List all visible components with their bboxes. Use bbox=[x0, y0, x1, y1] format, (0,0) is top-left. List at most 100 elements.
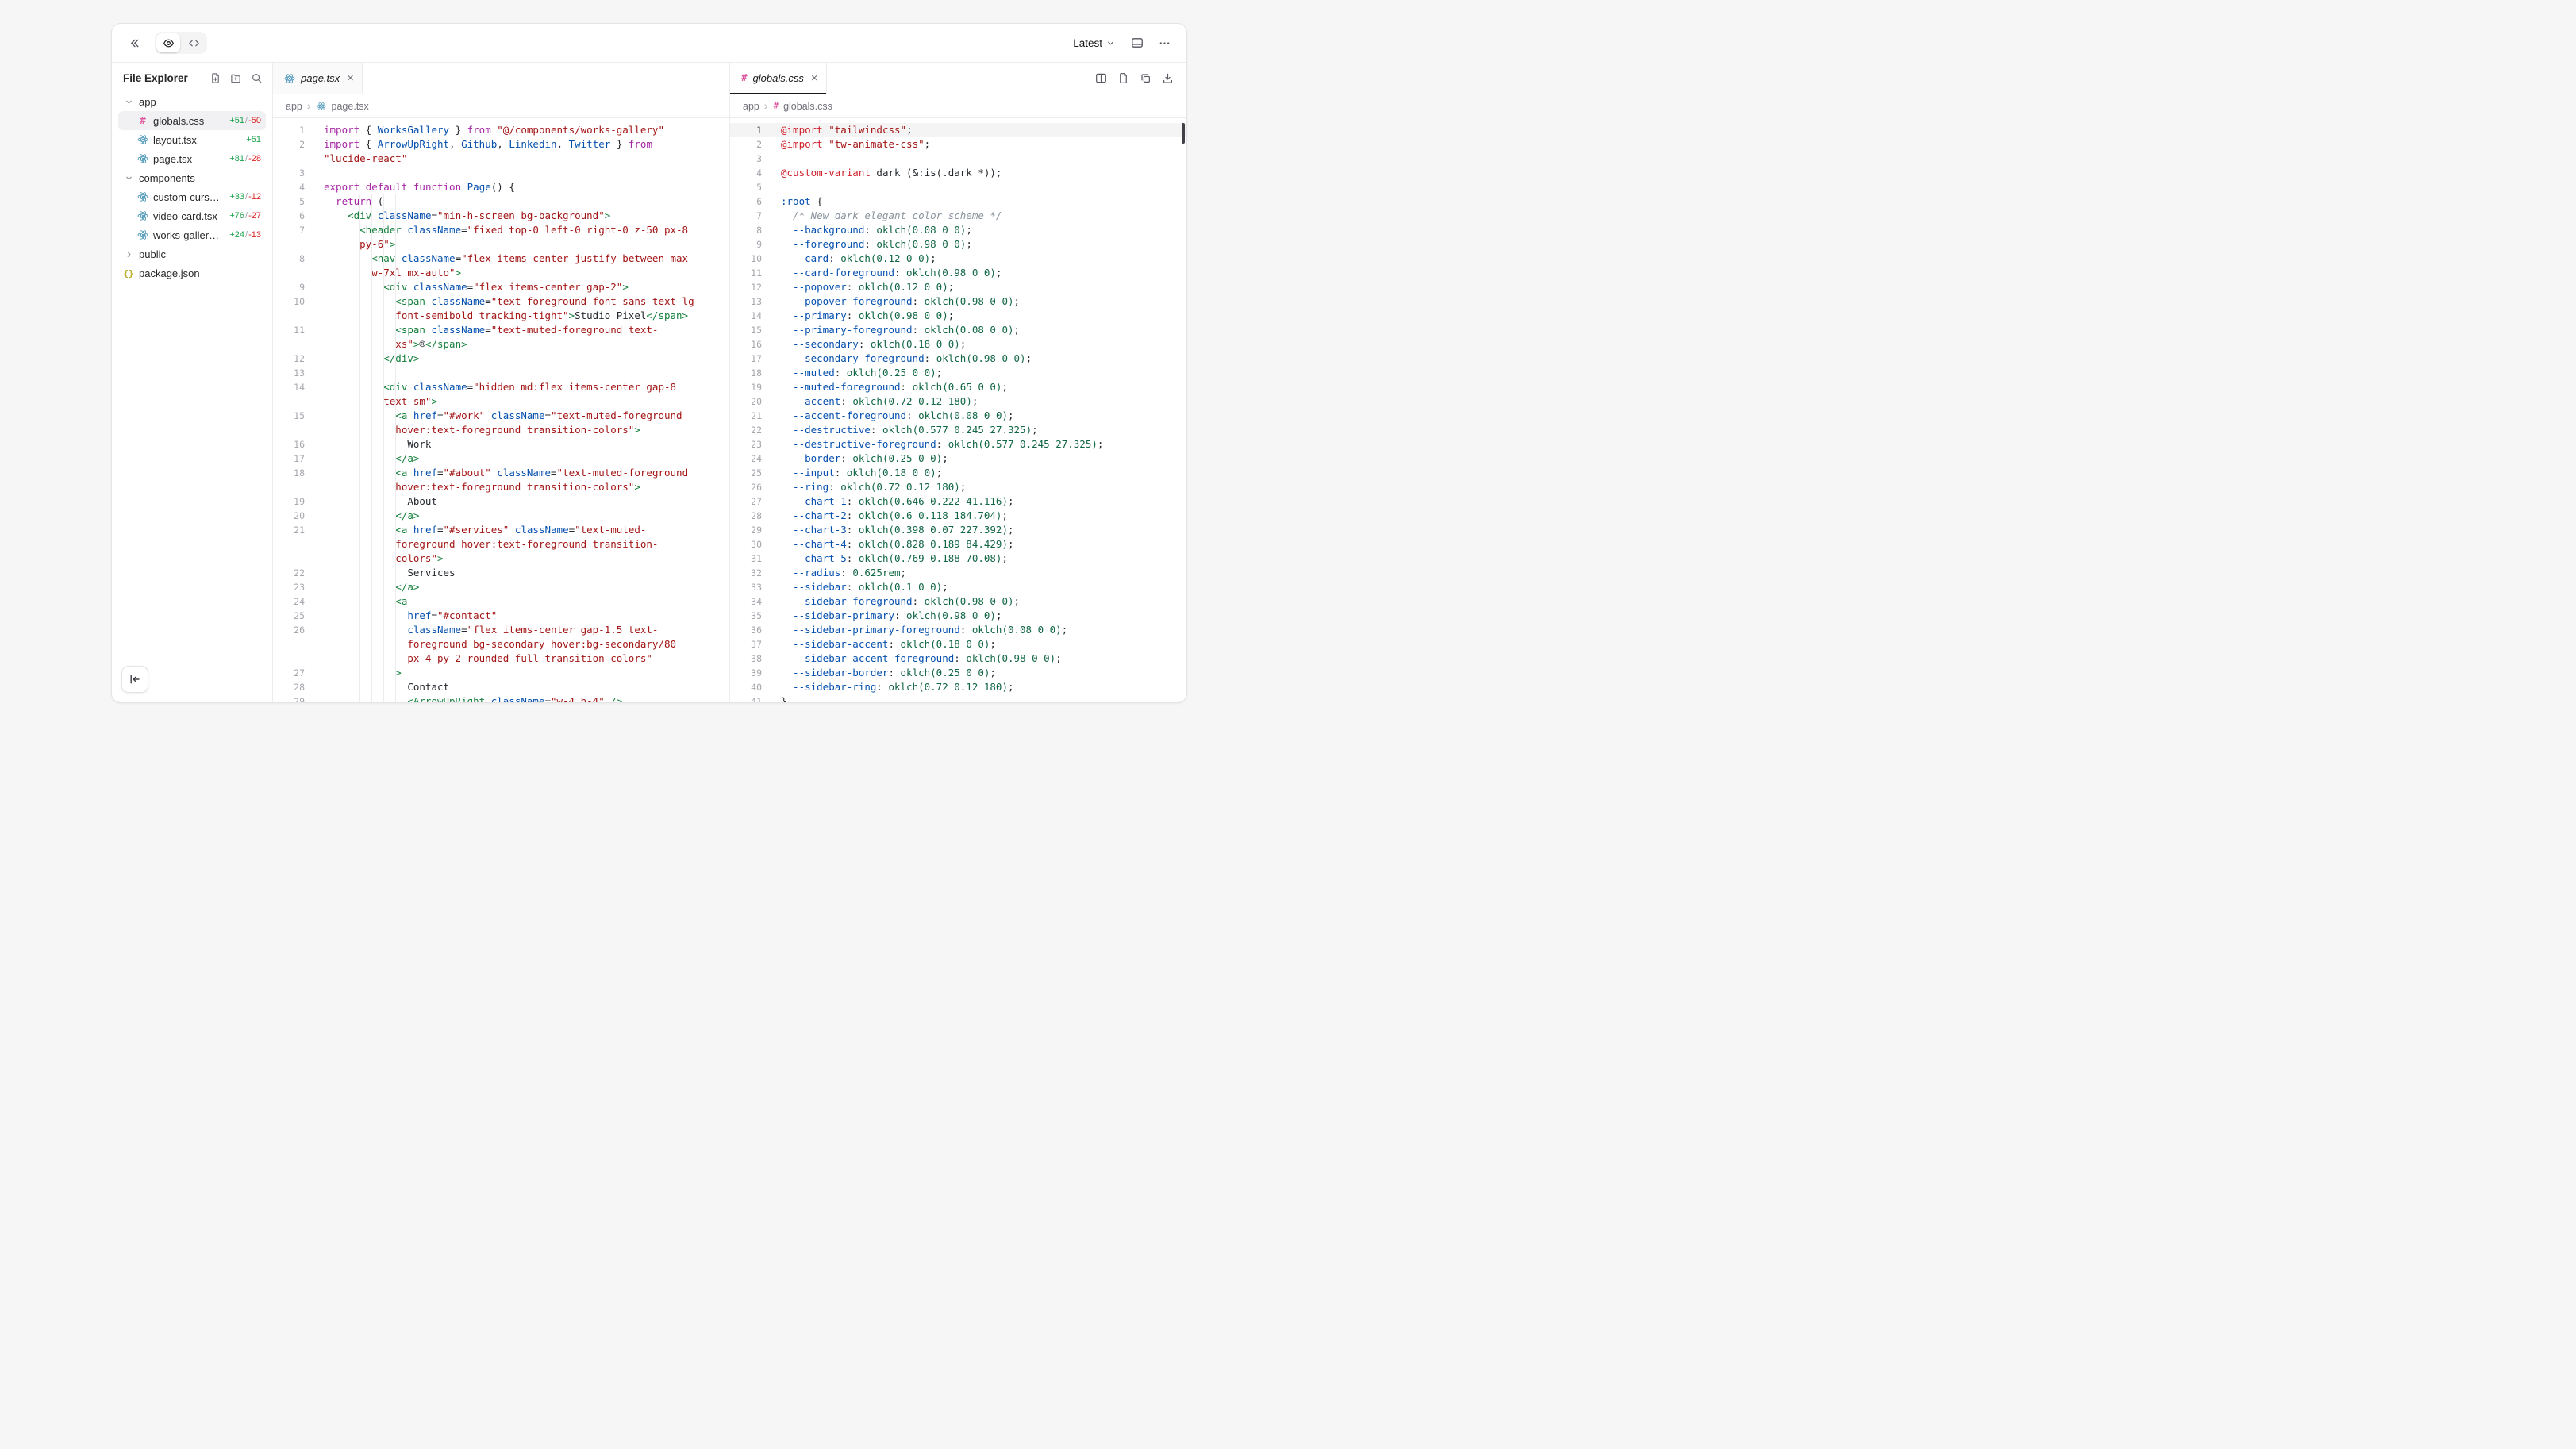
close-tab-button[interactable]: × bbox=[811, 72, 818, 84]
code-text: Services bbox=[324, 566, 729, 580]
code-line-12: 12</div> bbox=[273, 352, 729, 366]
line-number: 18 bbox=[273, 466, 305, 494]
line-number: 5 bbox=[273, 194, 305, 209]
code-text: import { WorksGallery } from "@/componen… bbox=[324, 123, 729, 137]
code-text: --chart-2: oklch(0.6 0.118 184.704); bbox=[781, 509, 1186, 523]
code-line-7: 7/* New dark elegant color scheme */ bbox=[730, 209, 1186, 223]
code-text: --card-foreground: oklch(0.98 0 0); bbox=[781, 266, 1186, 280]
code-text: /* New dark elegant color scheme */ bbox=[781, 209, 1186, 223]
arrow-left-to-line-icon bbox=[129, 673, 141, 686]
line-number: 24 bbox=[730, 452, 762, 466]
code-text: --sidebar-primary: oklch(0.98 0 0); bbox=[781, 609, 1186, 623]
chevron-down-icon bbox=[123, 98, 134, 106]
new-folder-button[interactable] bbox=[230, 72, 242, 84]
search-files-button[interactable] bbox=[251, 72, 263, 84]
react-file-icon bbox=[137, 229, 148, 240]
line-number: 15 bbox=[273, 409, 305, 437]
code-text: <ArrowUpRight className="w-4 h-4" /> bbox=[324, 694, 729, 703]
code-line-10: 10--card: oklch(0.12 0 0); bbox=[730, 252, 1186, 266]
collapse-panel-button[interactable] bbox=[123, 32, 145, 54]
breadcrumb-right: app › # globals.css bbox=[730, 94, 1186, 118]
code-text: export default function Page() { bbox=[324, 180, 729, 194]
tree-folder-app[interactable]: app bbox=[118, 92, 266, 111]
tree-folder-components[interactable]: components bbox=[118, 168, 266, 187]
code-line-22: 22--destructive: oklch(0.577 0.245 27.32… bbox=[730, 423, 1186, 437]
file-name: video-card.tsx bbox=[153, 210, 225, 222]
code-line-32: 32--radius: 0.625rem; bbox=[730, 566, 1186, 580]
code-line-26: 26--ring: oklch(0.72 0.12 180); bbox=[730, 480, 1186, 494]
line-number: 31 bbox=[730, 552, 762, 566]
tab-page-tsx[interactable]: page.tsx × bbox=[273, 63, 363, 94]
view-mode-toggle bbox=[155, 32, 207, 54]
tree-file-layout.tsx[interactable]: layout.tsx+51 bbox=[118, 130, 266, 149]
file-name: app bbox=[139, 96, 261, 108]
line-number: 8 bbox=[730, 223, 762, 237]
code-mode-button[interactable] bbox=[182, 33, 206, 52]
code-text: --secondary-foreground: oklch(0.98 0 0); bbox=[781, 352, 1186, 366]
version-dropdown[interactable]: Latest bbox=[1067, 32, 1121, 54]
code-text: --radius: 0.625rem; bbox=[781, 566, 1186, 580]
tree-file-globals.css[interactable]: #globals.css+51/-50 bbox=[118, 111, 266, 130]
preview-mode-button[interactable] bbox=[156, 33, 180, 52]
chevron-right-icon bbox=[123, 250, 134, 259]
file-name: components bbox=[139, 172, 261, 184]
tree-file-package.json[interactable]: {}package.json bbox=[118, 263, 266, 282]
breadcrumb-file[interactable]: page.tsx bbox=[332, 101, 369, 112]
code-line-7: 7<header className="fixed top-0 left-0 r… bbox=[273, 223, 729, 252]
line-number: 10 bbox=[273, 294, 305, 323]
breadcrumb-file[interactable]: globals.css bbox=[783, 101, 832, 112]
code-area-left[interactable]: 1import { WorksGallery } from "@/compone… bbox=[273, 118, 729, 703]
code-text: --card: oklch(0.12 0 0); bbox=[781, 252, 1186, 266]
line-number: 24 bbox=[273, 594, 305, 609]
line-number: 15 bbox=[730, 323, 762, 337]
code-line-2: 2@import "tw-animate-css"; bbox=[730, 137, 1186, 152]
code-text: --secondary: oklch(0.18 0 0); bbox=[781, 337, 1186, 352]
code-line-3: 3 bbox=[730, 152, 1186, 166]
code-line-21: 21--accent-foreground: oklch(0.08 0 0); bbox=[730, 409, 1186, 423]
line-number: 5 bbox=[730, 180, 762, 194]
more-options-button[interactable] bbox=[1153, 32, 1175, 54]
line-number: 19 bbox=[730, 380, 762, 394]
code-icon bbox=[188, 37, 200, 49]
breadcrumb-folder[interactable]: app bbox=[743, 101, 759, 112]
breadcrumb-folder[interactable]: app bbox=[286, 101, 302, 112]
copy-code-button[interactable] bbox=[1140, 72, 1152, 84]
scrollbar-thumb[interactable] bbox=[1182, 123, 1185, 144]
tree-file-page.tsx[interactable]: page.tsx+81/-28 bbox=[118, 149, 266, 168]
code-text: --muted-foreground: oklch(0.65 0 0); bbox=[781, 380, 1186, 394]
collapse-sidebar-button[interactable] bbox=[121, 666, 148, 693]
code-line-13: 13--popover-foreground: oklch(0.98 0 0); bbox=[730, 294, 1186, 309]
code-text: --background: oklch(0.08 0 0); bbox=[781, 223, 1186, 237]
chevron-right-icon: › bbox=[307, 100, 311, 111]
code-line-40: 40--sidebar-ring: oklch(0.72 0.12 180); bbox=[730, 680, 1186, 694]
panel-bottom-button[interactable] bbox=[1126, 32, 1148, 54]
search-icon bbox=[251, 72, 263, 84]
line-number: 25 bbox=[273, 609, 305, 623]
line-number: 6 bbox=[273, 209, 305, 223]
code-text: @custom-variant dark (&:is(.dark *)); bbox=[781, 166, 1186, 180]
code-line-18: 18--muted: oklch(0.25 0 0); bbox=[730, 366, 1186, 380]
line-number: 27 bbox=[730, 494, 762, 509]
code-line-28: 28Contact bbox=[273, 680, 729, 694]
new-file-button[interactable] bbox=[210, 72, 221, 84]
code-line-1: 1import { WorksGallery } from "@/compone… bbox=[273, 123, 729, 137]
code-line-33: 33--sidebar: oklch(0.1 0 0); bbox=[730, 580, 1186, 594]
code-area-right[interactable]: 1@import "tailwindcss";2@import "tw-anim… bbox=[730, 118, 1186, 703]
diff-stats: +81/-28 bbox=[229, 154, 261, 163]
code-line-31: 31--chart-5: oklch(0.769 0.188 70.08); bbox=[730, 552, 1186, 566]
download-button[interactable] bbox=[1162, 72, 1174, 84]
code-text: --ring: oklch(0.72 0.12 180); bbox=[781, 480, 1186, 494]
code-line-14: 14<div className="hidden md:flex items-c… bbox=[273, 380, 729, 409]
tree-file-video-card.tsx[interactable]: video-card.tsx+76/-27 bbox=[118, 206, 266, 225]
tree-file-custom-curs[interactable]: custom-curs…+33/-12 bbox=[118, 187, 266, 206]
split-editor-button[interactable] bbox=[1095, 72, 1107, 84]
code-text: --sidebar-border: oklch(0.25 0 0); bbox=[781, 666, 1186, 680]
tab-globals-css[interactable]: # globals.css × bbox=[730, 63, 827, 94]
code-line-3: 3 bbox=[273, 166, 729, 180]
open-file-button[interactable] bbox=[1117, 72, 1129, 84]
code-line-11: 11<span className="text-muted-foreground… bbox=[273, 323, 729, 352]
code-line-4: 4export default function Page() { bbox=[273, 180, 729, 194]
tree-folder-public[interactable]: public bbox=[118, 244, 266, 263]
tree-file-works-galler[interactable]: works-galler…+24/-13 bbox=[118, 225, 266, 244]
close-tab-button[interactable]: × bbox=[347, 72, 354, 84]
